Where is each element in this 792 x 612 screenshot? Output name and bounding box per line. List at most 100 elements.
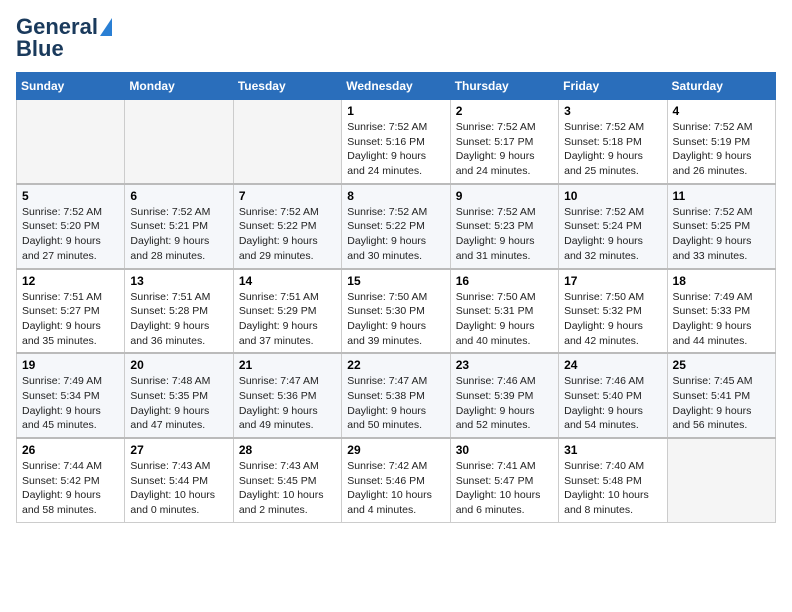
- day-info: Sunrise: 7:52 AM Sunset: 5:22 PM Dayligh…: [347, 205, 444, 264]
- calendar-cell: 8 Sunrise: 7:52 AM Sunset: 5:22 PM Daylig…: [342, 184, 450, 269]
- calendar-header-thursday: Thursday: [450, 73, 558, 100]
- calendar-cell: 7 Sunrise: 7:52 AM Sunset: 5:22 PM Daylig…: [233, 184, 341, 269]
- calendar-cell: 4 Sunrise: 7:52 AM Sunset: 5:19 PM Daylig…: [667, 100, 775, 184]
- day-number: 3: [564, 104, 661, 118]
- day-info: Sunrise: 7:41 AM Sunset: 5:47 PM Dayligh…: [456, 459, 553, 518]
- calendar-header-sunday: Sunday: [17, 73, 125, 100]
- day-info: Sunrise: 7:43 AM Sunset: 5:45 PM Dayligh…: [239, 459, 336, 518]
- day-number: 23: [456, 358, 553, 372]
- day-info: Sunrise: 7:52 AM Sunset: 5:22 PM Dayligh…: [239, 205, 336, 264]
- calendar-cell: 13Sunrise: 7:51 AM Sunset: 5:28 PM Dayli…: [125, 269, 233, 354]
- calendar-cell: 15Sunrise: 7:50 AM Sunset: 5:30 PM Dayli…: [342, 269, 450, 354]
- day-info: Sunrise: 7:50 AM Sunset: 5:32 PM Dayligh…: [564, 290, 661, 349]
- calendar-cell: 6 Sunrise: 7:52 AM Sunset: 5:21 PM Daylig…: [125, 184, 233, 269]
- logo-text-general: General: [16, 16, 98, 38]
- day-number: 16: [456, 274, 553, 288]
- calendar-cell: 23 Sunrise: 7:46 AM Sunset: 5:39 PM Dayli…: [450, 353, 558, 438]
- calendar-week-row: 19Sunrise: 7:49 AM Sunset: 5:34 PM Dayli…: [17, 353, 776, 438]
- day-info: Sunrise: 7:49 AM Sunset: 5:33 PM Dayligh…: [673, 290, 770, 349]
- day-number: 21: [239, 358, 336, 372]
- calendar-week-row: 26 Sunrise: 7:44 AM Sunset: 5:42 PM Dayli…: [17, 438, 776, 522]
- logo: General Blue: [16, 16, 112, 60]
- calendar-cell: 27 Sunrise: 7:43 AM Sunset: 5:44 PM Dayli…: [125, 438, 233, 522]
- day-number: 15: [347, 274, 444, 288]
- day-info: Sunrise: 7:52 AM Sunset: 5:21 PM Dayligh…: [130, 205, 227, 264]
- calendar-cell: 17 Sunrise: 7:50 AM Sunset: 5:32 PM Dayli…: [559, 269, 667, 354]
- day-info: Sunrise: 7:48 AM Sunset: 5:35 PM Dayligh…: [130, 374, 227, 433]
- calendar-cell: 16 Sunrise: 7:50 AM Sunset: 5:31 PM Dayli…: [450, 269, 558, 354]
- day-info: Sunrise: 7:43 AM Sunset: 5:44 PM Dayligh…: [130, 459, 227, 518]
- calendar: SundayMondayTuesdayWednesdayThursdayFrid…: [16, 72, 776, 523]
- day-number: 31: [564, 443, 661, 457]
- day-info: Sunrise: 7:50 AM Sunset: 5:31 PM Dayligh…: [456, 290, 553, 349]
- day-info: Sunrise: 7:49 AM Sunset: 5:34 PM Dayligh…: [22, 374, 119, 433]
- calendar-cell: 12 Sunrise: 7:51 AM Sunset: 5:27 PM Dayli…: [17, 269, 125, 354]
- calendar-cell: 30 Sunrise: 7:41 AM Sunset: 5:47 PM Dayli…: [450, 438, 558, 522]
- calendar-cell: 21 Sunrise: 7:47 AM Sunset: 5:36 PM Dayli…: [233, 353, 341, 438]
- calendar-cell: 5 Sunrise: 7:52 AM Sunset: 5:20 PM Daylig…: [17, 184, 125, 269]
- calendar-cell: 19Sunrise: 7:49 AM Sunset: 5:34 PM Dayli…: [17, 353, 125, 438]
- calendar-cell: [17, 100, 125, 184]
- calendar-cell: 10 Sunrise: 7:52 AM Sunset: 5:24 PM Dayli…: [559, 184, 667, 269]
- calendar-header-saturday: Saturday: [667, 73, 775, 100]
- day-info: Sunrise: 7:52 AM Sunset: 5:17 PM Dayligh…: [456, 120, 553, 179]
- day-info: Sunrise: 7:52 AM Sunset: 5:24 PM Dayligh…: [564, 205, 661, 264]
- logo-icon: [100, 18, 112, 36]
- day-number: 9: [456, 189, 553, 203]
- day-info: Sunrise: 7:51 AM Sunset: 5:28 PM Dayligh…: [130, 290, 227, 349]
- calendar-cell: 26 Sunrise: 7:44 AM Sunset: 5:42 PM Dayli…: [17, 438, 125, 522]
- calendar-cell: [125, 100, 233, 184]
- day-info: Sunrise: 7:46 AM Sunset: 5:39 PM Dayligh…: [456, 374, 553, 433]
- day-info: Sunrise: 7:52 AM Sunset: 5:23 PM Dayligh…: [456, 205, 553, 264]
- calendar-cell: 28 Sunrise: 7:43 AM Sunset: 5:45 PM Dayli…: [233, 438, 341, 522]
- calendar-cell: 1Sunrise: 7:52 AM Sunset: 5:16 PM Daylig…: [342, 100, 450, 184]
- day-info: Sunrise: 7:46 AM Sunset: 5:40 PM Dayligh…: [564, 374, 661, 433]
- calendar-cell: 9 Sunrise: 7:52 AM Sunset: 5:23 PM Daylig…: [450, 184, 558, 269]
- logo-text-blue: Blue: [16, 38, 64, 60]
- calendar-cell: 18 Sunrise: 7:49 AM Sunset: 5:33 PM Dayli…: [667, 269, 775, 354]
- day-info: Sunrise: 7:40 AM Sunset: 5:48 PM Dayligh…: [564, 459, 661, 518]
- day-number: 6: [130, 189, 227, 203]
- day-number: 27: [130, 443, 227, 457]
- day-info: Sunrise: 7:52 AM Sunset: 5:18 PM Dayligh…: [564, 120, 661, 179]
- day-number: 1: [347, 104, 444, 118]
- calendar-header-monday: Monday: [125, 73, 233, 100]
- day-info: Sunrise: 7:47 AM Sunset: 5:36 PM Dayligh…: [239, 374, 336, 433]
- day-number: 29: [347, 443, 444, 457]
- calendar-header-row: SundayMondayTuesdayWednesdayThursdayFrid…: [17, 73, 776, 100]
- day-number: 17: [564, 274, 661, 288]
- day-info: Sunrise: 7:51 AM Sunset: 5:27 PM Dayligh…: [22, 290, 119, 349]
- day-number: 18: [673, 274, 770, 288]
- day-number: 8: [347, 189, 444, 203]
- day-number: 14: [239, 274, 336, 288]
- day-info: Sunrise: 7:44 AM Sunset: 5:42 PM Dayligh…: [22, 459, 119, 518]
- calendar-cell: 3 Sunrise: 7:52 AM Sunset: 5:18 PM Daylig…: [559, 100, 667, 184]
- day-info: Sunrise: 7:52 AM Sunset: 5:19 PM Dayligh…: [673, 120, 770, 179]
- day-number: 7: [239, 189, 336, 203]
- calendar-cell: 20Sunrise: 7:48 AM Sunset: 5:35 PM Dayli…: [125, 353, 233, 438]
- calendar-week-row: 1Sunrise: 7:52 AM Sunset: 5:16 PM Daylig…: [17, 100, 776, 184]
- calendar-cell: [233, 100, 341, 184]
- day-number: 2: [456, 104, 553, 118]
- day-number: 10: [564, 189, 661, 203]
- calendar-header-tuesday: Tuesday: [233, 73, 341, 100]
- calendar-cell: [667, 438, 775, 522]
- day-number: 25: [673, 358, 770, 372]
- calendar-cell: 11Sunrise: 7:52 AM Sunset: 5:25 PM Dayli…: [667, 184, 775, 269]
- calendar-cell: 24 Sunrise: 7:46 AM Sunset: 5:40 PM Dayli…: [559, 353, 667, 438]
- day-number: 26: [22, 443, 119, 457]
- day-number: 22: [347, 358, 444, 372]
- calendar-cell: 31 Sunrise: 7:40 AM Sunset: 5:48 PM Dayli…: [559, 438, 667, 522]
- day-info: Sunrise: 7:51 AM Sunset: 5:29 PM Dayligh…: [239, 290, 336, 349]
- day-number: 5: [22, 189, 119, 203]
- day-number: 24: [564, 358, 661, 372]
- calendar-header-wednesday: Wednesday: [342, 73, 450, 100]
- day-number: 4: [673, 104, 770, 118]
- calendar-cell: 29 Sunrise: 7:42 AM Sunset: 5:46 PM Dayli…: [342, 438, 450, 522]
- header: General Blue: [16, 16, 776, 60]
- day-info: Sunrise: 7:52 AM Sunset: 5:20 PM Dayligh…: [22, 205, 119, 264]
- day-number: 28: [239, 443, 336, 457]
- day-info: Sunrise: 7:42 AM Sunset: 5:46 PM Dayligh…: [347, 459, 444, 518]
- day-number: 12: [22, 274, 119, 288]
- day-number: 30: [456, 443, 553, 457]
